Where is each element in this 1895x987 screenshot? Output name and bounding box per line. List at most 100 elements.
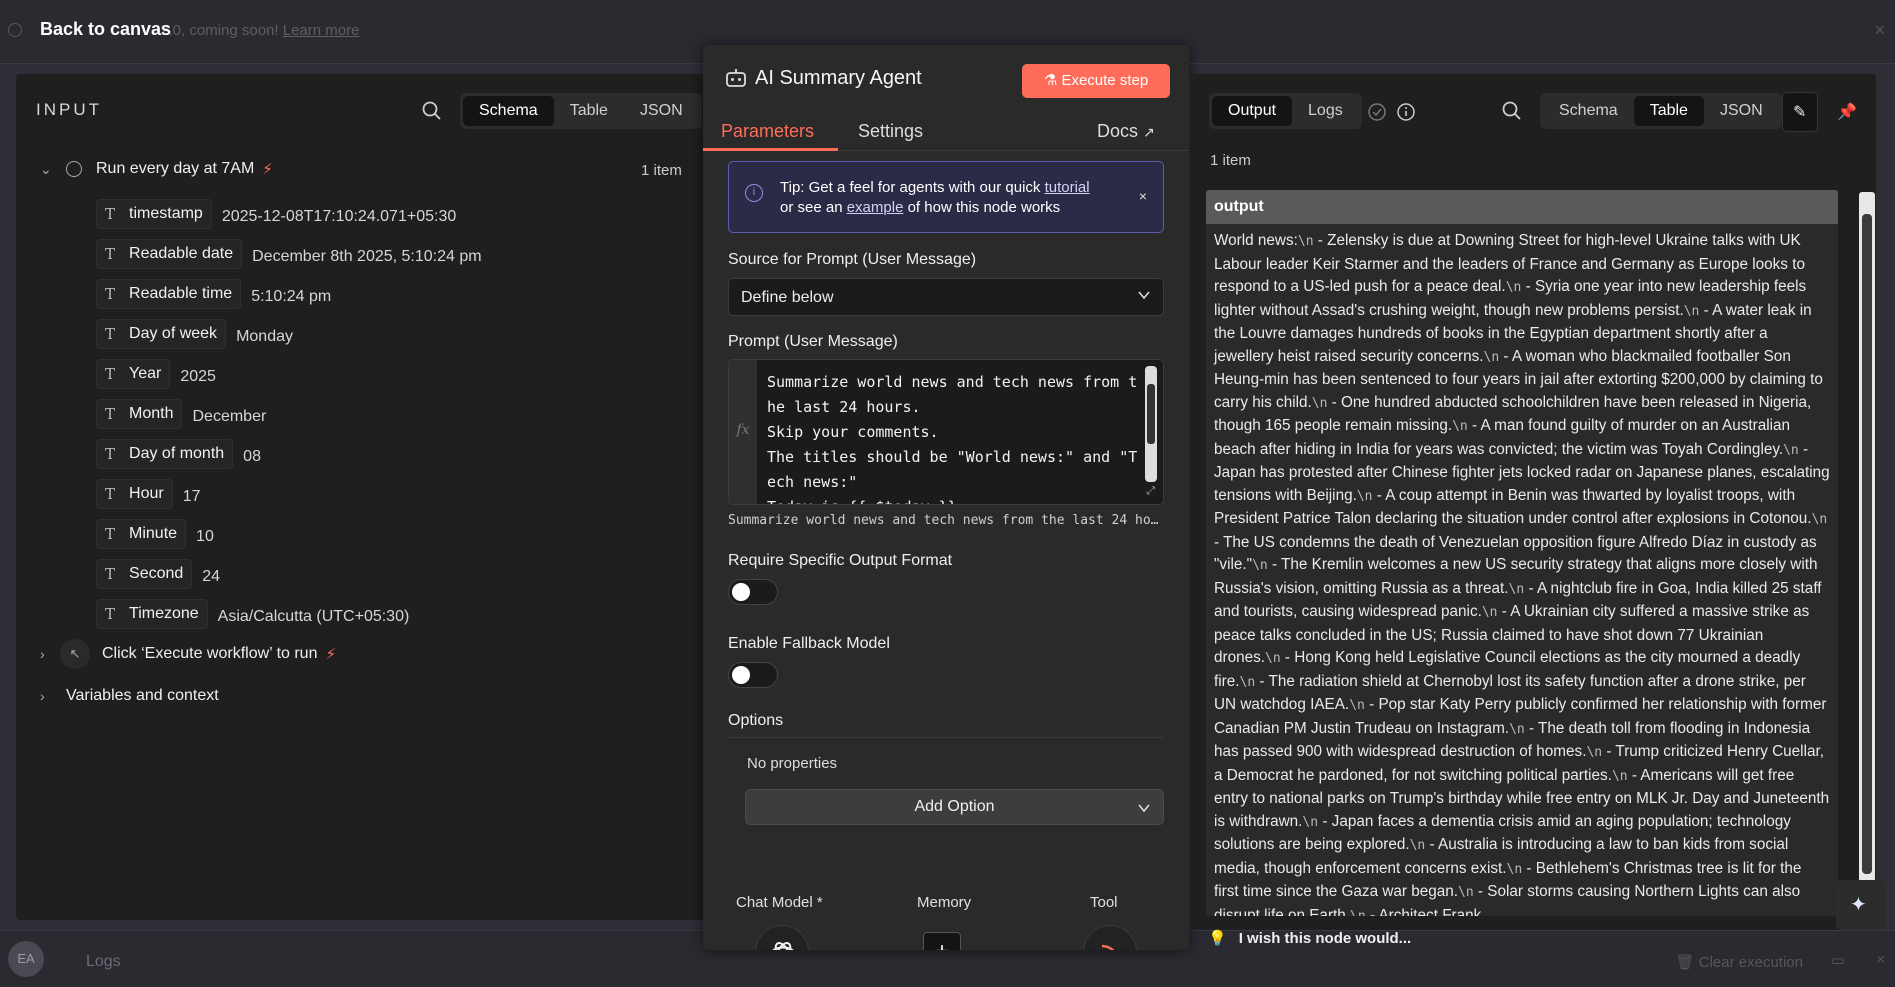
- output-cell[interactable]: World news:\n - Zelensky is due at Downi…: [1206, 224, 1838, 916]
- input-view-schema[interactable]: Schema: [463, 96, 554, 126]
- chevron-down-icon[interactable]: ⌄: [40, 161, 60, 178]
- field-hour[interactable]: T Hour 17: [96, 479, 201, 509]
- bolt-icon: ⚡: [262, 161, 273, 178]
- close-icon[interactable]: ×: [1874, 20, 1885, 41]
- newline-token: \n: [1508, 581, 1525, 597]
- newline-token: \n: [1586, 745, 1603, 760]
- logs-tab[interactable]: Logs: [1292, 96, 1359, 126]
- newline-token: \n: [1611, 768, 1628, 784]
- output-view-table[interactable]: Table: [1633, 96, 1704, 126]
- sparkle-icon: ✦: [1850, 894, 1867, 916]
- input-item-count: 1 item: [641, 162, 682, 179]
- text-type-icon: T: [105, 245, 116, 263]
- output-column-header: output: [1206, 190, 1838, 224]
- newline-token: \n: [1506, 861, 1523, 877]
- trigger-label: Run every day at 7AM: [96, 160, 255, 177]
- expression-icon: fx: [729, 360, 757, 504]
- output-view-switcher: Schema Table JSON: [1540, 93, 1782, 129]
- newline-token: \n: [1505, 280, 1522, 295]
- text-type-icon: T: [105, 285, 116, 303]
- field-minute[interactable]: T Minute 10: [96, 519, 214, 549]
- feedback-prompt[interactable]: 💡 I wish this node would...: [1208, 929, 1411, 947]
- collapse-icon[interactable]: ▭: [1831, 951, 1845, 969]
- clear-execution-button[interactable]: 🗑 Clear execution: [1676, 953, 1803, 971]
- manual-trigger-row[interactable]: › ↖ Click ‘Execute workflow’ to run ⚡: [40, 639, 336, 669]
- output-tab[interactable]: Output: [1212, 96, 1293, 126]
- robot-icon: [726, 69, 746, 87]
- close-logs-icon[interactable]: ×: [1876, 951, 1885, 968]
- pin-icon: 📌: [1837, 104, 1857, 121]
- logs-toggle[interactable]: Logs: [86, 953, 121, 971]
- tab-settings[interactable]: Settings: [858, 121, 923, 142]
- text-type-icon: T: [105, 565, 116, 583]
- newline-token: \n: [1783, 442, 1799, 458]
- info-icon[interactable]: [1396, 102, 1416, 122]
- input-view-table[interactable]: Table: [554, 96, 624, 126]
- options-label: Options: [728, 712, 784, 729]
- field-timezone[interactable]: T Timezone Asia/Calcutta (UTC+05:30): [96, 599, 409, 629]
- field-readable-time[interactable]: T Readable time 5:10:24 pm: [96, 279, 331, 309]
- text-type-icon: T: [105, 605, 116, 623]
- ai-assistant-button[interactable]: ✦: [1836, 880, 1886, 930]
- info-icon: i: [745, 184, 763, 202]
- editor-scrollbar[interactable]: [1145, 366, 1157, 482]
- field-readable-date[interactable]: T Readable date December 8th 2025, 5:10:2…: [96, 239, 482, 269]
- trigger-node-row[interactable]: ⌄ Run every day at 7AM ⚡: [40, 160, 273, 178]
- example-link[interactable]: example: [847, 199, 904, 216]
- prompt-editor[interactable]: fx Summarize world news and tech news fr…: [728, 359, 1164, 505]
- output-scrollbar[interactable]: [1859, 192, 1875, 882]
- expand-icon[interactable]: ⤢: [1146, 485, 1155, 498]
- field-second[interactable]: T Second 24: [96, 559, 220, 589]
- back-to-canvas-button[interactable]: Back to canvas: [40, 19, 171, 40]
- manual-trigger-label: Click ‘Execute workflow’ to run: [102, 645, 318, 662]
- newline-token: \n: [1302, 814, 1319, 830]
- fallback-toggle[interactable]: [728, 662, 778, 688]
- external-link-icon: ↗: [1143, 124, 1155, 140]
- close-tip-icon[interactable]: ×: [1139, 188, 1147, 204]
- rss-icon[interactable]: [1083, 925, 1137, 950]
- chevron-right-icon[interactable]: ›: [40, 688, 60, 704]
- newline-token: \n: [1509, 721, 1525, 737]
- input-panel: INPUT Schema Table JSON ⌄ Run every day …: [16, 74, 704, 920]
- output-view-json[interactable]: JSON: [1704, 96, 1779, 126]
- avatar[interactable]: EA: [8, 941, 44, 977]
- chevron-down-icon: [1138, 804, 1150, 813]
- memory-label: Memory: [917, 894, 972, 911]
- search-icon[interactable]: [421, 100, 443, 122]
- field-month[interactable]: T Month December: [96, 399, 266, 429]
- trash-icon: 🗑: [1675, 954, 1695, 971]
- check-circle-icon: [1368, 103, 1386, 121]
- node-parameters-panel: AI Summary Agent ⚗ Execute step Paramete…: [703, 45, 1189, 950]
- add-memory-button[interactable]: +: [923, 932, 961, 950]
- field-day-of-month[interactable]: T Day of month 08: [96, 439, 261, 469]
- field-timestamp[interactable]: Ttimestamp 2025-12-08T17:10:24.071+05:30: [96, 199, 456, 229]
- chat-model-label: Chat Model *: [736, 894, 823, 911]
- tool-label: Tool: [1090, 894, 1118, 911]
- execute-step-button[interactable]: ⚗ Execute step: [1022, 64, 1170, 98]
- output-item-count: 1 item: [1210, 152, 1251, 169]
- field-year[interactable]: T Year 2025: [96, 359, 216, 389]
- tab-docs[interactable]: Docs ↗: [1097, 121, 1155, 142]
- chevron-down-icon: [1138, 291, 1150, 300]
- fallback-label: Enable Fallback Model: [728, 635, 890, 652]
- learn-more-link[interactable]: Learn more: [283, 22, 360, 39]
- source-select[interactable]: Define below: [728, 278, 1164, 316]
- require-format-toggle[interactable]: [728, 579, 778, 605]
- prompt-label: Prompt (User Message): [728, 333, 898, 350]
- openai-icon[interactable]: [755, 925, 809, 950]
- pin-data-button[interactable]: 📌: [1826, 92, 1862, 132]
- output-view-schema[interactable]: Schema: [1543, 96, 1634, 126]
- node-title[interactable]: AI Summary Agent: [755, 67, 922, 90]
- field-day-of-week[interactable]: T Day of week Monday: [96, 319, 293, 349]
- add-option-button[interactable]: Add Option: [745, 789, 1164, 825]
- prompt-code[interactable]: Summarize world news and tech news from …: [767, 370, 1139, 504]
- edit-output-button[interactable]: ✎: [1782, 92, 1818, 132]
- search-icon[interactable]: [1501, 100, 1523, 122]
- text-type-icon: T: [105, 525, 116, 543]
- input-view-json[interactable]: JSON: [624, 96, 699, 126]
- tab-parameters[interactable]: Parameters: [721, 121, 814, 142]
- tip-text: Tip: Get a feel for agents with our quic…: [780, 179, 1090, 216]
- tutorial-link[interactable]: tutorial: [1045, 179, 1090, 196]
- variables-context-row[interactable]: › Variables and context: [40, 687, 219, 705]
- chevron-right-icon[interactable]: ›: [40, 646, 60, 662]
